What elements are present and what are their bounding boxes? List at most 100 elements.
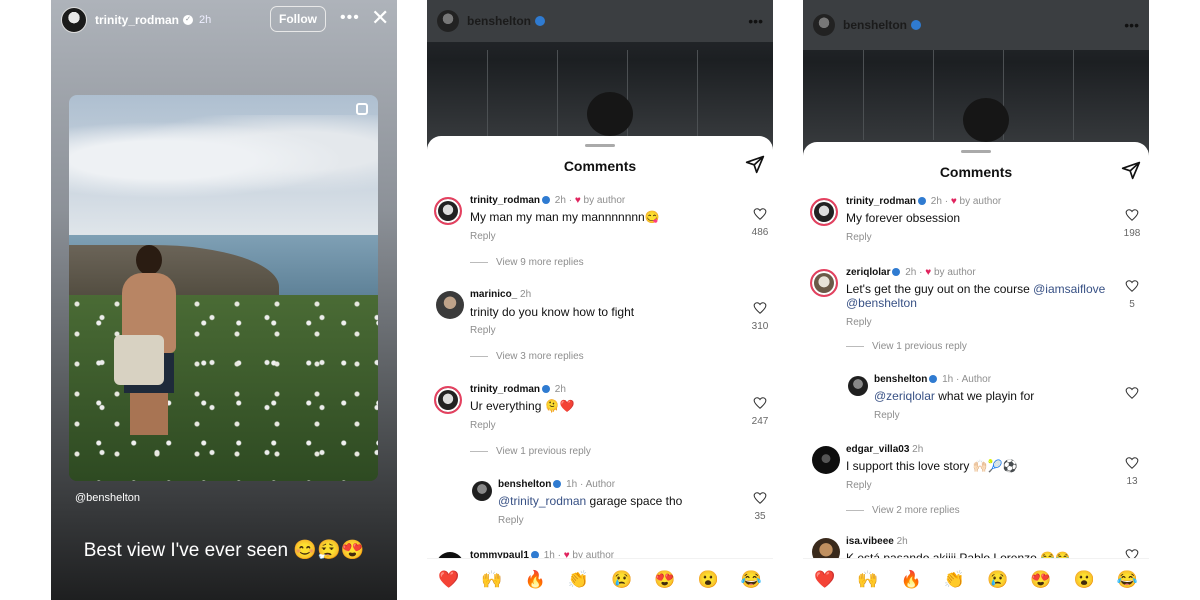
story-caption: Best view I've ever seen 😊😮‍💨😍 [83, 540, 365, 561]
avatar[interactable] [810, 198, 838, 226]
comment-time: 2h [930, 196, 942, 207]
view-replies-button[interactable]: View 3 more replies [470, 351, 584, 362]
comment-username[interactable]: trinity_rodman [470, 195, 540, 206]
emoji-wow[interactable]: 😮 [1074, 570, 1095, 590]
post-background: benshelton ••• [803, 0, 1149, 156]
emoji-clap[interactable]: 👏 [568, 570, 589, 590]
emoji-raised-hands[interactable]: 🙌 [857, 570, 878, 590]
emoji-fire[interactable]: 🔥 [901, 570, 922, 590]
comment-text-line2: @benshelton [846, 296, 917, 310]
by-author-label: by author [583, 195, 626, 206]
heart-icon: ♥ [574, 195, 581, 206]
post-username[interactable]: benshelton [843, 18, 907, 32]
like-heart-icon[interactable] [1125, 386, 1139, 400]
view-replies-button[interactable]: View 2 more replies [846, 505, 960, 516]
emoji-fire[interactable]: 🔥 [525, 570, 546, 590]
story-username[interactable]: trinity_rodman [95, 13, 179, 27]
like-count: 247 [751, 416, 769, 427]
avatar[interactable] [472, 481, 492, 501]
like-heart-icon[interactable] [753, 207, 767, 221]
reply-button[interactable]: Reply [498, 515, 524, 526]
comment-username[interactable]: benshelton [498, 479, 551, 490]
comment-username[interactable]: trinity_rodman [846, 196, 916, 207]
comment-text: My man my man my mannnnnnn😋 [470, 210, 660, 224]
reply-button[interactable]: Reply [470, 231, 496, 242]
reply-button[interactable]: Reply [470, 420, 496, 431]
emoji-reaction-bar: ❤️ 🙌 🔥 👏 😢 😍 😮 😂 [427, 558, 773, 600]
emoji-clap[interactable]: 👏 [944, 570, 965, 590]
view-replies-button[interactable]: View 1 previous reply [470, 446, 591, 457]
view-replies-button[interactable]: View 1 previous reply [846, 341, 967, 352]
comment-text: My forever obsession [846, 211, 961, 225]
by-author-label: by author [959, 196, 1002, 207]
like-heart-icon[interactable] [1125, 208, 1139, 222]
sheet-grabber[interactable] [961, 150, 991, 153]
like-heart-icon[interactable] [753, 301, 767, 315]
like-heart-icon[interactable] [753, 491, 767, 505]
comment-username[interactable]: isa.vibeee [846, 536, 894, 547]
post-header: benshelton ••• [427, 0, 773, 42]
comments-sheet: Comments trinity_rodman 2h · ♥ by author… [427, 136, 773, 600]
like-count: 5 [1129, 299, 1135, 310]
emoji-wow[interactable]: 😮 [698, 570, 719, 590]
emoji-cry[interactable]: 😢 [611, 570, 632, 590]
avatar[interactable] [848, 376, 868, 396]
view-replies-button[interactable]: View 9 more replies [470, 257, 584, 268]
mention-link[interactable]: @trinity_rodman [498, 494, 586, 508]
reply-button[interactable]: Reply [874, 410, 900, 421]
comment-time: 2h [554, 195, 566, 206]
post-username[interactable]: benshelton [467, 14, 531, 28]
send-icon[interactable] [1121, 160, 1141, 180]
comment-time: 2h [905, 267, 917, 278]
comment-username[interactable]: marinico_ [470, 289, 517, 300]
avatar[interactable] [434, 386, 462, 414]
comments-panel-1: benshelton ••• Comments trinity_rodman 2… [427, 0, 773, 600]
mention-link[interactable]: @benshelton [846, 296, 917, 310]
story-panel: trinity_rodman ✓ 2h Follow ••• ✕ @benshe… [51, 0, 397, 600]
avatar[interactable] [434, 197, 462, 225]
comment-text: @zeriqlolar what we playin for [874, 389, 1035, 403]
multi-photo-icon [356, 103, 368, 115]
emoji-raised-hands[interactable]: 🙌 [481, 570, 502, 590]
verified-icon [542, 385, 551, 393]
sheet-grabber[interactable] [585, 144, 615, 147]
avatar[interactable] [61, 7, 87, 33]
emoji-laugh[interactable]: 😂 [741, 570, 762, 590]
like-heart-icon[interactable] [1125, 456, 1139, 470]
avatar[interactable] [810, 269, 838, 297]
mention-link[interactable]: @iamsaiflove [1033, 282, 1105, 296]
comment-username[interactable]: zeriqlolar [846, 267, 890, 278]
more-dots-icon[interactable]: ••• [748, 13, 763, 29]
reply-button[interactable]: Reply [846, 317, 872, 328]
heart-icon: ♥ [925, 267, 932, 278]
reply-button[interactable]: Reply [846, 480, 872, 491]
more-dots-icon[interactable]: ••• [1124, 17, 1139, 33]
like-count: 13 [1126, 476, 1138, 487]
emoji-laugh[interactable]: 😂 [1117, 570, 1138, 590]
close-icon[interactable]: ✕ [371, 7, 389, 29]
verified-icon: ✓ [183, 15, 194, 25]
comment-username[interactable]: edgar_villa03 [846, 444, 909, 455]
avatar[interactable] [812, 446, 840, 474]
story-mention[interactable]: @benshelton [75, 492, 140, 504]
follow-button[interactable]: Follow [270, 6, 326, 32]
comment-username[interactable]: benshelton [874, 374, 927, 385]
verified-icon [892, 268, 901, 276]
mention-link[interactable]: @zeriqlolar [874, 389, 935, 403]
more-dots-icon[interactable]: ••• [340, 9, 360, 27]
avatar[interactable] [436, 291, 464, 319]
like-heart-icon[interactable] [1125, 279, 1139, 293]
reply-button[interactable]: Reply [470, 325, 496, 336]
comment-username[interactable]: trinity_rodman [470, 384, 540, 395]
emoji-heart-eyes[interactable]: 😍 [1030, 570, 1051, 590]
comment-text: @trinity_rodman garage space tho [498, 494, 683, 508]
emoji-cry[interactable]: 😢 [987, 570, 1008, 590]
reply-button[interactable]: Reply [846, 232, 872, 243]
like-heart-icon[interactable] [753, 396, 767, 410]
emoji-heart-eyes[interactable]: 😍 [654, 570, 675, 590]
emoji-heart[interactable]: ❤️ [814, 570, 835, 590]
send-icon[interactable] [745, 154, 765, 174]
avatar[interactable] [813, 14, 835, 36]
avatar[interactable] [437, 10, 459, 32]
emoji-heart[interactable]: ❤️ [438, 570, 459, 590]
